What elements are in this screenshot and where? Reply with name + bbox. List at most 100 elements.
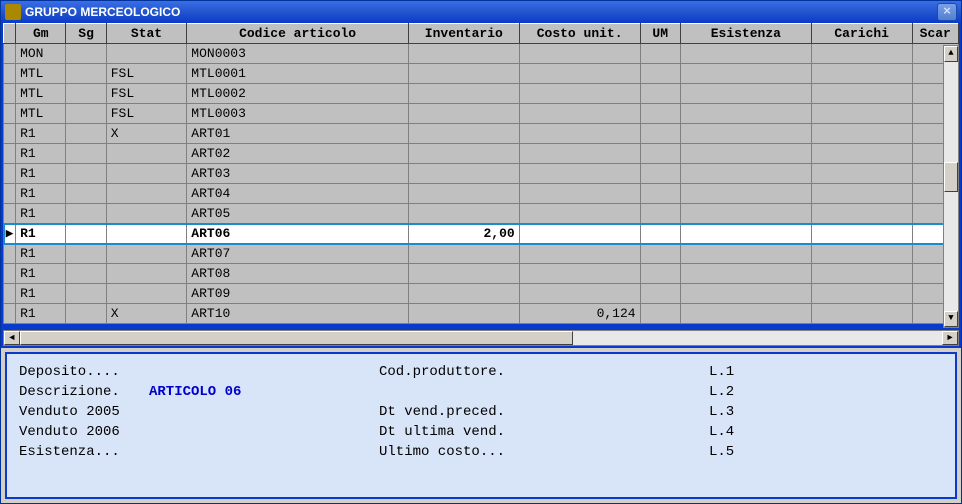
row-marker[interactable] [4,204,16,224]
cell-esist[interactable] [680,204,811,224]
cell-stat[interactable]: FSL [106,84,187,104]
data-grid[interactable]: Gm Sg Stat Codice articolo Inventario Co… [3,23,959,324]
row-marker[interactable] [4,184,16,204]
cell-carichi[interactable] [811,104,912,124]
cell-costo[interactable] [519,264,640,284]
cell-carichi[interactable] [811,84,912,104]
cell-carichi[interactable] [811,64,912,84]
cell-inv[interactable] [408,184,519,204]
cell-sg[interactable] [66,44,106,64]
vscroll-thumb[interactable] [944,162,958,192]
col-code[interactable]: Codice articolo [187,24,409,44]
cell-stat[interactable] [106,184,187,204]
cell-sg[interactable] [66,284,106,304]
cell-code[interactable]: ART08 [187,264,409,284]
cell-esist[interactable] [680,44,811,64]
cell-esist[interactable] [680,244,811,264]
vscroll-track[interactable] [944,62,958,311]
cell-inv[interactable] [408,64,519,84]
cell-carichi[interactable] [811,184,912,204]
table-row[interactable]: R1XART100,124 [4,304,959,324]
row-marker[interactable] [4,164,16,184]
cell-um[interactable] [640,104,680,124]
col-costo[interactable]: Costo unit. [519,24,640,44]
cell-costo[interactable] [519,244,640,264]
cell-code[interactable]: ART02 [187,144,409,164]
row-marker[interactable] [4,104,16,124]
col-scar[interactable]: Scar [912,24,958,44]
cell-code[interactable]: ART05 [187,204,409,224]
row-marker[interactable] [4,264,16,284]
cell-sg[interactable] [66,224,106,244]
scroll-right-button[interactable]: ► [942,331,958,345]
col-carichi[interactable]: Carichi [811,24,912,44]
cell-inv[interactable] [408,304,519,324]
cell-inv[interactable] [408,84,519,104]
cell-sg[interactable] [66,244,106,264]
cell-esist[interactable] [680,64,811,84]
cell-carichi[interactable] [811,224,912,244]
cell-code[interactable]: ART01 [187,124,409,144]
cell-um[interactable] [640,44,680,64]
cell-inv[interactable] [408,244,519,264]
cell-costo[interactable] [519,44,640,64]
cell-sg[interactable] [66,184,106,204]
table-row[interactable]: R1 ART08 [4,264,959,284]
cell-sg[interactable] [66,124,106,144]
col-sg[interactable]: Sg [66,24,106,44]
cell-carichi[interactable] [811,144,912,164]
table-row[interactable]: R1ART02 [4,144,959,164]
row-marker[interactable] [4,124,16,144]
hscroll-track[interactable] [20,331,942,345]
cell-costo[interactable] [519,184,640,204]
cell-costo[interactable] [519,84,640,104]
cell-um[interactable] [640,124,680,144]
cell-esist[interactable] [680,104,811,124]
table-row[interactable]: R1XART01 [4,124,959,144]
cell-um[interactable] [640,164,680,184]
row-marker[interactable] [4,64,16,84]
cell-sg[interactable] [66,64,106,84]
titlebar[interactable]: GRUPPO MERCEOLOGICO × [1,1,961,23]
cell-stat[interactable]: X [106,304,187,324]
cell-gm[interactable]: MTL [16,84,66,104]
cell-gm[interactable]: MTL [16,104,66,124]
cell-costo[interactable] [519,284,640,304]
cell-code[interactable]: ART07 [187,244,409,264]
cell-code[interactable]: MTL0001 [187,64,409,84]
cell-stat[interactable]: FSL [106,104,187,124]
cell-inv[interactable] [408,44,519,64]
row-marker[interactable] [4,44,16,64]
cell-esist[interactable] [680,124,811,144]
table-row[interactable]: ▶R1ART062,00 [4,224,959,244]
cell-esist[interactable] [680,284,811,304]
cell-um[interactable] [640,264,680,284]
cell-esist[interactable] [680,164,811,184]
row-marker[interactable] [4,304,16,324]
cell-esist[interactable] [680,304,811,324]
table-row[interactable]: R1ART04 [4,184,959,204]
cell-gm[interactable]: R1 [16,184,66,204]
cell-stat[interactable] [106,44,187,64]
cell-code[interactable]: ART06 [187,224,409,244]
cell-gm[interactable]: R1 [16,264,66,284]
cell-carichi[interactable] [811,44,912,64]
cell-costo[interactable] [519,64,640,84]
cell-gm[interactable]: R1 [16,224,66,244]
cell-costo[interactable] [519,224,640,244]
cell-carichi[interactable] [811,124,912,144]
cell-um[interactable] [640,304,680,324]
cell-stat[interactable]: X [106,124,187,144]
cell-inv[interactable] [408,144,519,164]
cell-sg[interactable] [66,144,106,164]
row-marker[interactable] [4,244,16,264]
cell-carichi[interactable] [811,244,912,264]
cell-sg[interactable] [66,264,106,284]
table-row[interactable]: R1ART03 [4,164,959,184]
row-marker[interactable] [4,84,16,104]
table-row[interactable]: MTLFSLMTL0001 [4,64,959,84]
cell-sg[interactable] [66,104,106,124]
cell-costo[interactable] [519,144,640,164]
scroll-left-button[interactable]: ◄ [4,331,20,345]
table-row[interactable]: MTLFSLMTL0003 [4,104,959,124]
